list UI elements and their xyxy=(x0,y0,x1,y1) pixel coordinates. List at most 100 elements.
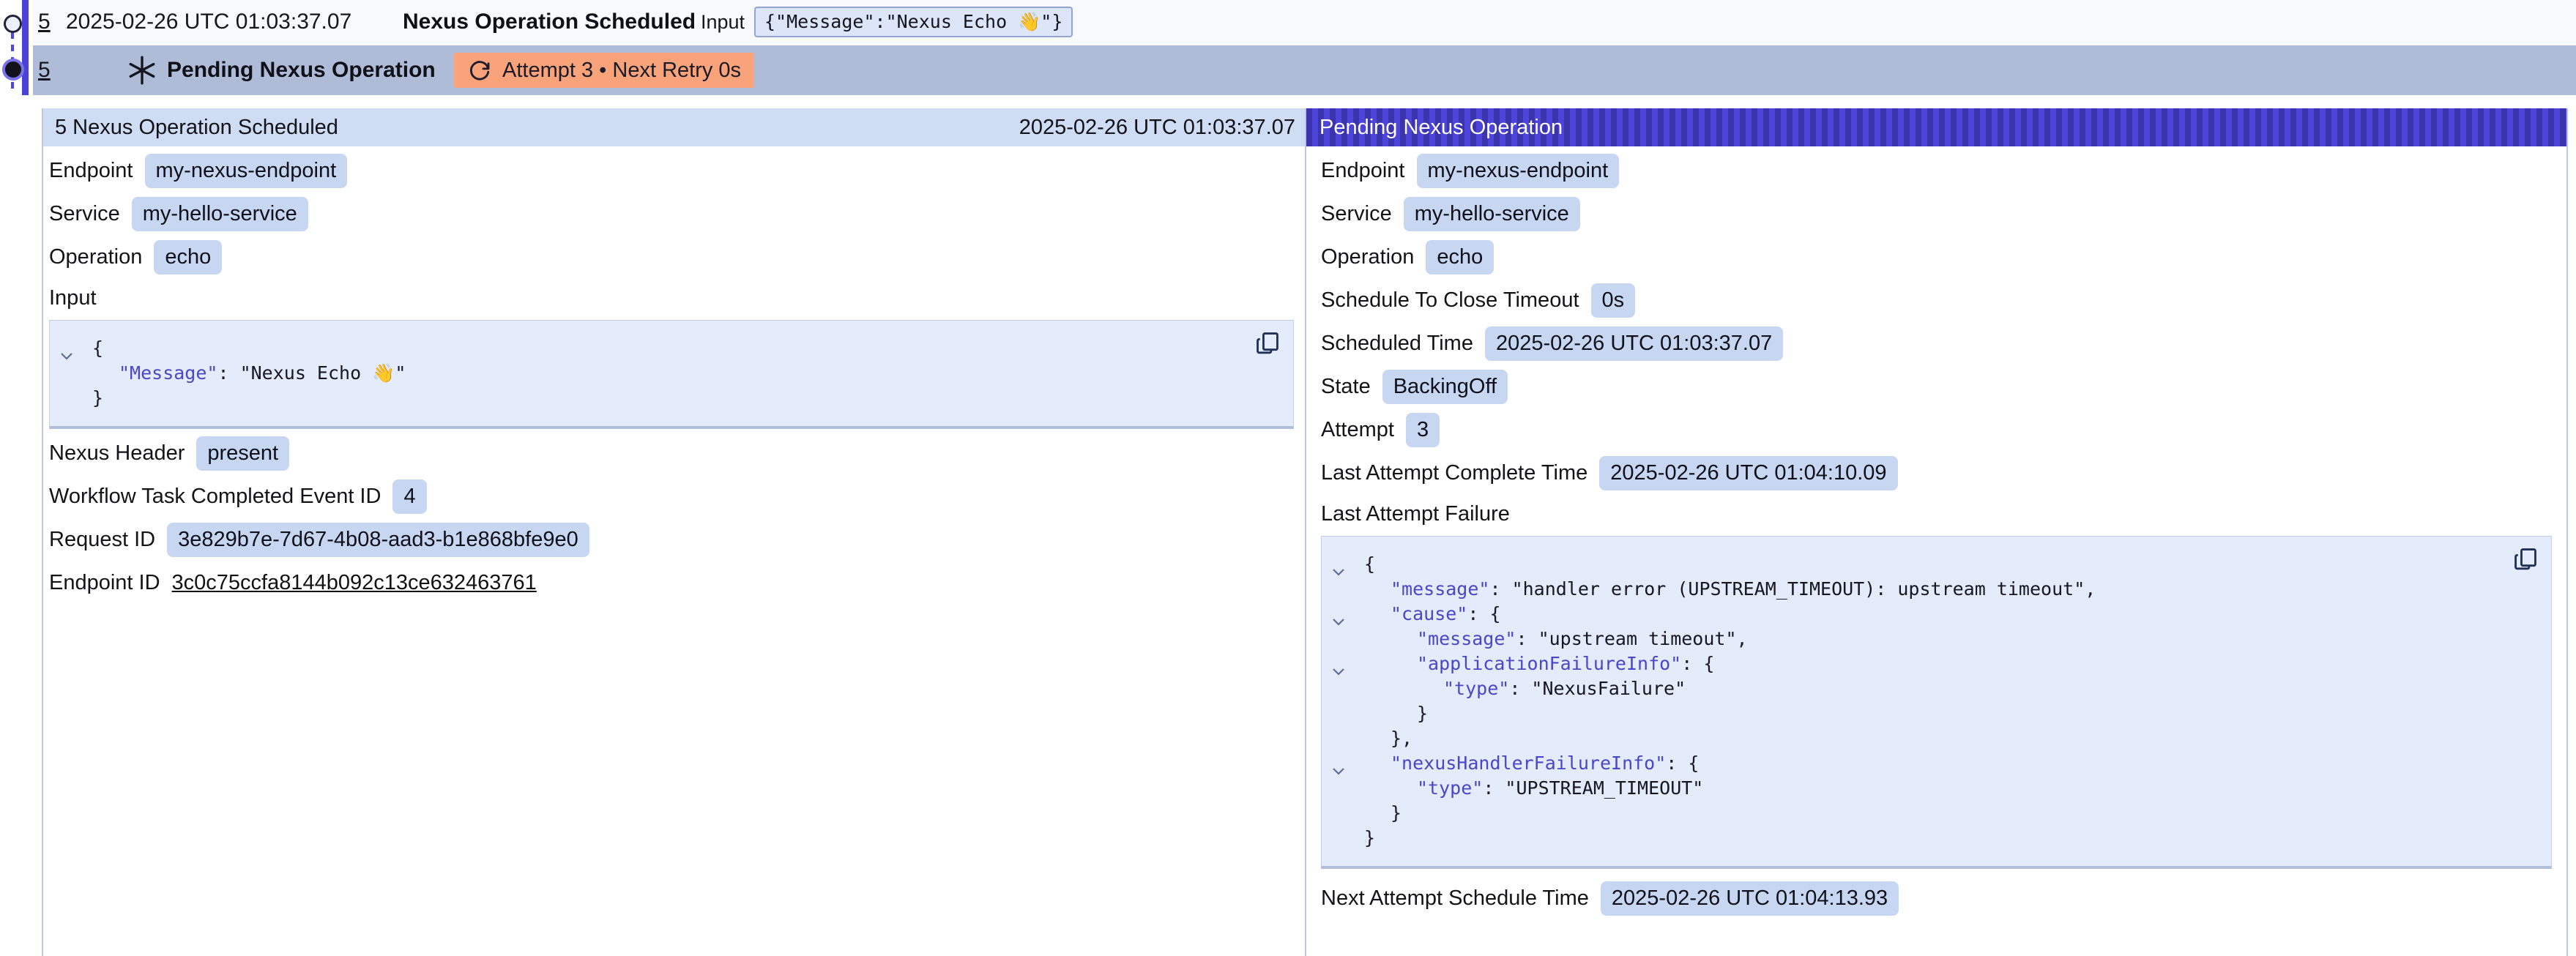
event-detail-time: 2025-02-26 UTC 01:03:37.07 xyxy=(1019,116,1295,140)
endpoint-id-link[interactable]: 3c0c75ccfa8144b092c13ce632463761 xyxy=(172,571,537,595)
input-section-label: Input xyxy=(49,285,1294,310)
collapse-chevron-icon[interactable] xyxy=(1332,559,1345,567)
field-label: Operation xyxy=(1321,245,1414,269)
copy-button[interactable] xyxy=(2512,545,2539,573)
code-line: "Message": "Nexus Echo 👋" xyxy=(50,361,1242,386)
code-key: "type" xyxy=(1417,777,1483,799)
field-row-attempt: Attempt3 xyxy=(1321,413,2552,447)
code-line: { xyxy=(50,336,1242,361)
event-title: Nexus Operation Scheduled xyxy=(403,0,696,44)
code-punct: } xyxy=(92,387,103,408)
code-string: "handler error (UPSTREAM_TIMEOUT): upstr… xyxy=(1512,578,2085,600)
collapse-chevron-icon[interactable] xyxy=(60,343,73,351)
event-detail-header: 5 Nexus Operation Scheduled 2025-02-26 U… xyxy=(43,108,1307,146)
code-line: "message": "upstream timeout", xyxy=(1322,627,2500,651)
field-value-badge: echo xyxy=(154,240,222,275)
field-value-badge: 2025-02-26 UTC 01:04:13.93 xyxy=(1601,881,1899,916)
event-detail-fields-top: Endpointmy-nexus-endpoint Service my-hello… xyxy=(49,154,1294,274)
field-row-endpoint: Endpointmy-nexus-endpoint xyxy=(49,154,1294,187)
collapse-chevron-icon[interactable] xyxy=(1332,758,1345,766)
code-key: "cause" xyxy=(1391,603,1467,624)
code-string: "Nexus Echo 👋" xyxy=(240,362,406,384)
event-input-preview-chip: {"Message":"Nexus Echo 👋"} xyxy=(754,7,1073,37)
code-line: { xyxy=(1322,552,2500,577)
code-line: "message": "handler error (UPSTREAM_TIME… xyxy=(1322,577,2500,602)
event-row-scheduled[interactable]: 5 2025-02-26 UTC 01:03:37.07 Nexus Opera… xyxy=(33,0,2576,44)
pending-operation-fields: Endpointmy-nexus-endpointServicemy-hello… xyxy=(1321,154,2552,490)
code-punct: { xyxy=(92,337,103,359)
collapse-chevron-icon[interactable] xyxy=(1332,658,1345,667)
code-line-content: "message": "handler error (UPSTREAM_TIME… xyxy=(1364,578,2096,600)
field-row-workflow-task-completed-event-id: Workflow Task Completed Event ID 4 xyxy=(49,479,1294,513)
code-key: "Message" xyxy=(119,362,217,384)
code-line-content: } xyxy=(1364,703,1428,724)
code-punct: : { xyxy=(1666,753,1699,774)
field-value-badge: 3e829b7e-7d67-4b08-aad3-b1e868bfe9e0 xyxy=(167,523,589,557)
code-line-content: "nexusHandlerFailureInfo": { xyxy=(1364,753,1699,774)
field-row-state: StateBackingOff xyxy=(1321,370,2552,403)
code-line: "type": "UPSTREAM_TIMEOUT" xyxy=(1322,776,2500,801)
field-label: Last Attempt Complete Time xyxy=(1321,461,1587,485)
code-line: } xyxy=(1322,826,2500,851)
field-value-badge: 0s xyxy=(1591,283,1636,318)
field-label: Scheduled Time xyxy=(1321,332,1473,356)
event-input-label: Input xyxy=(701,0,745,44)
field-value-badge: my-hello-service xyxy=(132,197,308,231)
code-punct: } xyxy=(1417,703,1428,724)
field-label: Next Attempt Schedule Time xyxy=(1321,886,1589,911)
code-line: } xyxy=(1322,801,2500,826)
pending-asterisk-icon xyxy=(128,45,156,95)
field-value-badge: 4 xyxy=(392,479,426,514)
collapse-chevron-icon[interactable] xyxy=(1332,608,1345,617)
field-label: Workflow Task Completed Event ID xyxy=(49,485,381,509)
code-line-content: }, xyxy=(1364,728,1412,749)
code-line-content: "cause": { xyxy=(1364,603,1501,624)
attempt-badge-text: Attempt 3 • Next Retry 0s xyxy=(502,59,741,83)
pending-operation-panel: Pending Nexus Operation Endpointmy-nexus… xyxy=(1305,108,2568,956)
event-title: Pending Nexus Operation xyxy=(167,45,436,95)
field-label: Endpoint xyxy=(1321,159,1405,183)
event-detail-fields-bottom: Nexus Headerpresent Workflow Task Complet… xyxy=(49,436,1294,556)
code-line: "type": "NexusFailure" xyxy=(1322,676,2500,701)
timeline-node-open-icon xyxy=(4,15,22,33)
event-time: 2025-02-26 UTC 01:03:37.07 xyxy=(66,0,351,44)
pending-operation-header: Pending Nexus Operation xyxy=(1306,108,2566,146)
field-row-nexus-header: Nexus Headerpresent xyxy=(49,436,1294,470)
field-label: Service xyxy=(49,202,120,226)
code-line: "nexusHandlerFailureInfo": { xyxy=(1322,751,2500,776)
event-detail-panel: 5 Nexus Operation Scheduled 2025-02-26 U… xyxy=(42,108,1307,956)
code-line-content: { xyxy=(92,337,103,359)
field-value-badge: my-hello-service xyxy=(1404,197,1580,231)
field-row-operation: Operationecho xyxy=(49,240,1294,274)
input-json-block: { "Message": "Nexus Echo 👋"} xyxy=(49,320,1294,429)
code-key: "message" xyxy=(1417,628,1516,649)
code-line-content: "type": "NexusFailure" xyxy=(1364,678,1686,699)
code-punct: : xyxy=(1483,777,1505,799)
code-key: "nexusHandlerFailureInfo" xyxy=(1391,753,1666,774)
code-key: "type" xyxy=(1443,678,1509,699)
code-punct: : xyxy=(1516,628,1538,649)
code-line-content: } xyxy=(92,387,103,408)
copy-button[interactable] xyxy=(1254,329,1281,357)
field-value-badge: 3 xyxy=(1406,413,1440,447)
code-line: } xyxy=(50,386,1242,411)
field-label: Endpoint ID xyxy=(49,571,160,595)
event-id-link[interactable]: 5 xyxy=(38,45,51,95)
code-line-content: "type": "UPSTREAM_TIMEOUT" xyxy=(1364,777,1703,799)
field-row-endpoint: Endpointmy-nexus-endpoint xyxy=(1321,154,2552,187)
code-punct: : { xyxy=(1467,603,1500,624)
event-row-pending-selected[interactable]: 5 Pending Nexus Operation Attempt 3 • Ne… xyxy=(33,45,2576,95)
field-value-badge: 2025-02-26 UTC 01:03:37.07 xyxy=(1485,326,1783,361)
code-line-content: "Message": "Nexus Echo 👋" xyxy=(92,362,406,384)
event-detail-title: 5 Nexus Operation Scheduled xyxy=(55,116,338,140)
field-row-endpoint-id: Endpoint ID 3c0c75ccfa8144b092c13ce63246… xyxy=(49,566,1294,600)
code-line-content: } xyxy=(1364,802,1401,824)
code-string: "UPSTREAM_TIMEOUT" xyxy=(1505,777,1703,799)
field-value-badge: 2025-02-26 UTC 01:04:10.09 xyxy=(1599,456,1897,490)
attempt-retry-badge: Attempt 3 • Next Retry 0s xyxy=(454,53,754,88)
code-punct: , xyxy=(1737,628,1748,649)
timeline-active-bar xyxy=(22,0,29,95)
code-line: "applicationFailureInfo": { xyxy=(1322,651,2500,676)
field-row-request-id: Request ID3e829b7e-7d67-4b08-aad3-b1e868… xyxy=(49,523,1294,556)
event-id-link[interactable]: 5 xyxy=(38,0,51,44)
